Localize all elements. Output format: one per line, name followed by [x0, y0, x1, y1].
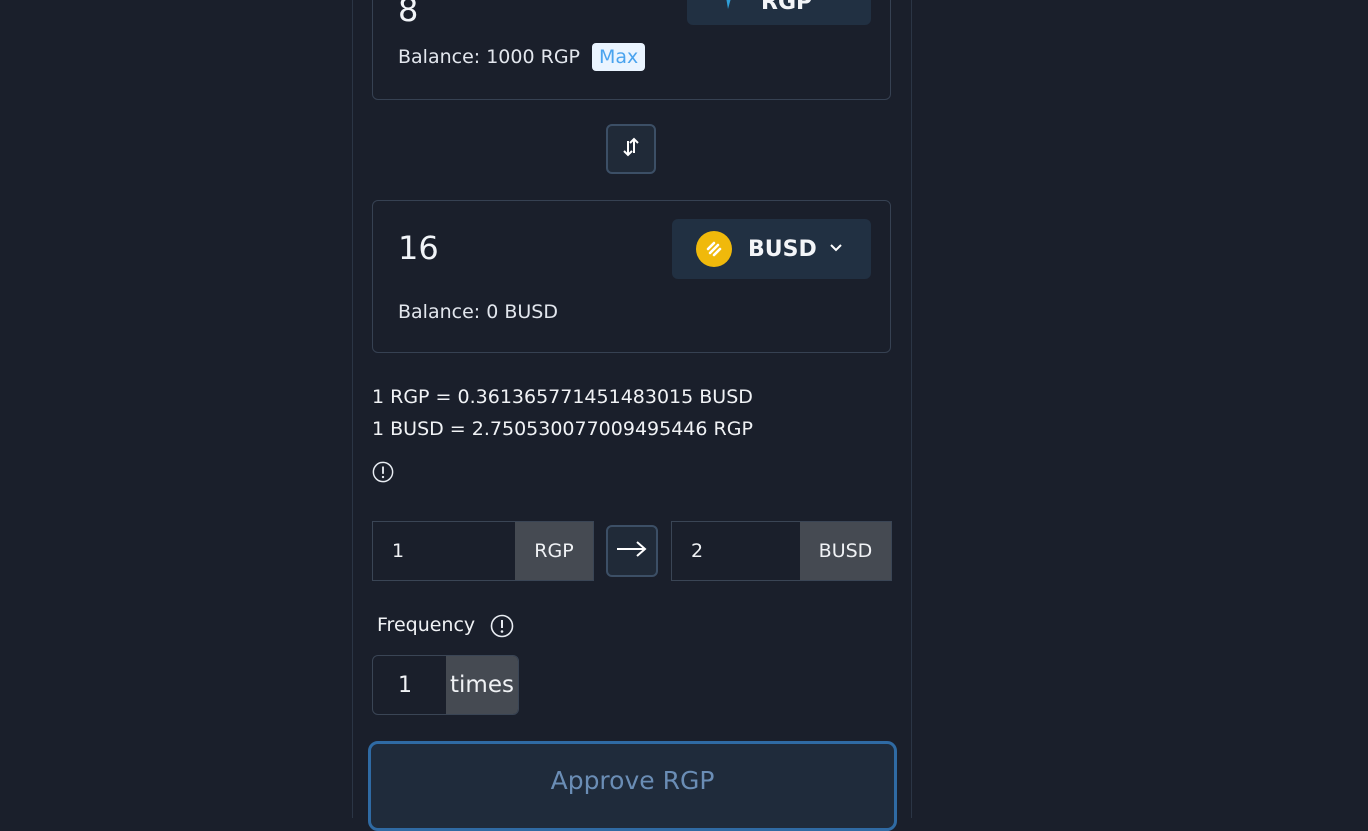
frequency-field: 1 times: [372, 655, 519, 715]
price-from-field: 1 RGP: [372, 521, 594, 581]
to-token-name: BUSD: [748, 236, 817, 262]
busd-logo-icon: [696, 231, 732, 267]
rate-rgp-to-busd: 1 RGP = 0.361365771451483015 BUSD: [372, 386, 753, 408]
price-to-input[interactable]: 2: [672, 522, 800, 580]
from-token-name: RGP: [761, 0, 813, 15]
to-balance-row: Balance: 0 BUSD: [398, 301, 558, 323]
from-balance-row: Balance: 1000 RGP Max: [398, 43, 646, 71]
frequency-info-icon[interactable]: [490, 614, 514, 638]
to-token-card: 16 BUSD Balance: 0 BUSD: [372, 200, 891, 353]
price-to-unit: BUSD: [800, 522, 891, 580]
frequency-input[interactable]: 1: [373, 656, 446, 714]
chevron-down-icon: [829, 241, 843, 257]
to-amount-input[interactable]: 16: [398, 229, 439, 267]
from-token-card: 8 RGP Balance: 1000 RGP Max: [372, 0, 891, 100]
rgp-logo-icon: [719, 0, 745, 17]
swap-panel: 8 RGP Balance: 1000 RGP Max 16 BUSD Bala…: [352, 0, 912, 831]
from-balance-text: Balance: 1000 RGP: [398, 46, 580, 68]
swap-vertical-arrows-icon: [621, 135, 641, 163]
frequency-unit: times: [446, 656, 518, 714]
from-amount-input[interactable]: 8: [398, 0, 418, 29]
price-from-input[interactable]: 1: [373, 522, 515, 580]
arrow-right-icon: [615, 539, 649, 563]
to-balance-text: Balance: 0 BUSD: [398, 301, 558, 323]
price-to-field: 2 BUSD: [671, 521, 892, 581]
info-circle-icon[interactable]: [372, 461, 394, 483]
approve-button[interactable]: Approve RGP: [368, 741, 897, 831]
price-from-unit: RGP: [515, 522, 593, 580]
frequency-label: Frequency: [377, 614, 476, 636]
rate-busd-to-rgp: 1 BUSD = 2.750530077009495446 RGP: [372, 418, 753, 440]
to-token-selector[interactable]: BUSD: [672, 219, 871, 279]
from-token-selector[interactable]: RGP: [687, 0, 871, 25]
price-arrow-button[interactable]: [606, 525, 658, 577]
max-button[interactable]: Max: [592, 43, 646, 71]
swap-direction-button[interactable]: [606, 124, 656, 174]
